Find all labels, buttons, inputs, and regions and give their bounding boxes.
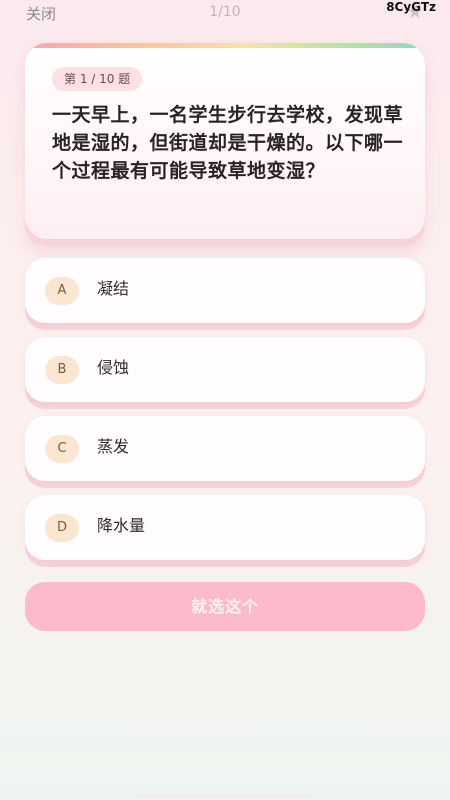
question-number-badge: 第 1 / 10 题	[52, 67, 143, 91]
option-letter: D	[45, 514, 79, 542]
option-letter: B	[45, 356, 79, 384]
question-card-face: 第 1 / 10 题 一天早上，一名学生步行去学校，发现草地是湿的，但街道却是干…	[25, 43, 425, 239]
rainbow-strip	[25, 43, 425, 48]
question-card: 第 1 / 10 题 一天早上，一名学生步行去学校，发现草地是湿的，但街道却是干…	[25, 43, 425, 246]
confirm-answer-button[interactable]: 就选这个	[25, 582, 425, 631]
option-letter: C	[45, 435, 79, 463]
option-card[interactable]: A 凝结	[25, 258, 425, 323]
option-card[interactable]: B 侵蚀	[25, 337, 425, 402]
progress-indicator: 1/10	[209, 4, 241, 20]
home-indicator	[135, 795, 315, 798]
option-text: 降水量	[97, 516, 146, 535]
option-text: 凝结	[97, 279, 130, 298]
top-bar: 关闭 1/10 ★ 8CyGTz	[0, 0, 450, 28]
option-b[interactable]: B 侵蚀	[25, 337, 425, 409]
question-text: 一天早上，一名学生步行去学校，发现草地是湿的，但街道却是干燥的。以下哪一个过程最…	[52, 104, 404, 182]
option-c[interactable]: C 蒸发	[25, 416, 425, 488]
option-text: 侵蚀	[97, 358, 130, 377]
session-code: 8CyGTz	[386, 0, 436, 14]
option-card[interactable]: D 降水量	[25, 495, 425, 560]
option-a[interactable]: A 凝结	[25, 258, 425, 330]
option-card[interactable]: C 蒸发	[25, 416, 425, 481]
option-text: 蒸发	[97, 437, 130, 456]
option-letter: A	[45, 277, 79, 305]
option-d[interactable]: D 降水量	[25, 495, 425, 567]
